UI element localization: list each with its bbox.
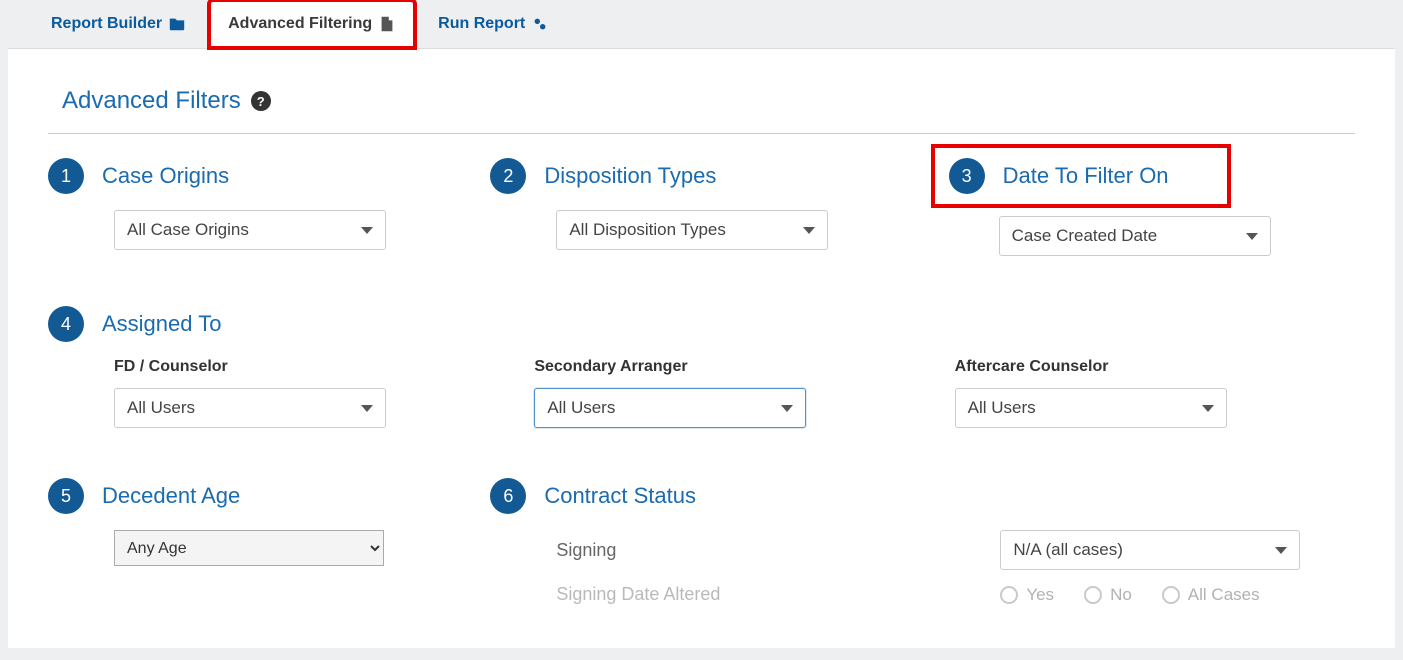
chevron-down-icon [781,405,793,412]
tab-label: Run Report [438,15,525,33]
radio-icon [1162,586,1180,604]
filters-grid: 1 Case Origins All Case Origins 2 Dispos… [48,158,1355,619]
aftercare-counselor-label: Aftercare Counselor [955,358,1355,376]
filter-title: Disposition Types [544,163,716,189]
filter-title: Date To Filter On [1003,163,1169,189]
fd-counselor-select[interactable]: All Users [114,388,386,428]
select-value: Case Created Date [1012,226,1158,246]
folder-icon [168,15,186,33]
tab-label: Report Builder [51,15,162,33]
gears-icon [531,15,549,33]
filter-header: 2 Disposition Types [490,158,912,194]
chevron-down-icon [1275,547,1287,554]
signing-select[interactable]: N/A (all cases) [1000,530,1300,570]
select-value: All Case Origins [127,220,249,240]
radio-label: Yes [1026,585,1054,605]
tab-advanced-filtering[interactable]: Advanced Filtering [209,0,415,48]
filter-title: Decedent Age [102,483,240,509]
radio-yes[interactable]: Yes [1000,585,1054,605]
aftercare-counselor-select[interactable]: All Users [955,388,1227,428]
filter-decedent-age: 5 Decedent Age Any Age [48,478,470,619]
document-icon [378,15,396,33]
filter-date-to-filter-on: 3 Date To Filter On Case Created Date [933,158,1355,256]
radio-icon [1084,586,1102,604]
chevron-down-icon [803,227,815,234]
select-value: N/A (all cases) [1013,540,1123,560]
radio-no[interactable]: No [1084,585,1132,605]
filter-disposition-types: 2 Disposition Types All Disposition Type… [490,158,912,256]
step-badge: 5 [48,478,84,514]
filter-assigned-to: 4 Assigned To FD / Counselor All Users S… [48,306,1355,428]
chevron-down-icon [1202,405,1214,412]
disposition-types-select[interactable]: All Disposition Types [556,210,828,250]
decedent-age-select[interactable]: Any Age [114,530,384,566]
filter-case-origins: 1 Case Origins All Case Origins [48,158,470,256]
filter-header-highlighted: 3 Date To Filter On [931,144,1231,208]
filter-header: 6 Contract Status [490,478,1355,514]
select-value: All Users [968,398,1036,418]
section-title: Advanced Filters ? [48,79,1355,134]
tab-report-builder[interactable]: Report Builder [32,0,205,48]
advanced-filters-panel: Advanced Filters ? 1 Case Origins All Ca… [8,48,1395,648]
filter-header: 4 Assigned To [48,306,1355,342]
step-badge: 4 [48,306,84,342]
secondary-arranger-select[interactable]: All Users [534,388,806,428]
filter-title: Case Origins [102,163,229,189]
signing-label: Signing [556,540,976,561]
step-badge: 1 [48,158,84,194]
filter-header: 1 Case Origins [48,158,470,194]
radio-label: All Cases [1188,585,1260,605]
secondary-arranger-label: Secondary Arranger [534,358,934,376]
filter-header: 5 Decedent Age [48,478,470,514]
select-value: All Disposition Types [569,220,726,240]
help-icon[interactable]: ? [251,91,271,111]
tab-label: Advanced Filtering [228,15,372,33]
radio-all-cases[interactable]: All Cases [1162,585,1260,605]
filter-title: Contract Status [544,483,696,509]
filter-contract-status: 6 Contract Status Signing N/A (all cases… [490,478,1355,619]
step-badge: 6 [490,478,526,514]
select-value: All Users [547,398,615,418]
filter-title: Assigned To [102,311,221,337]
section-title-text: Advanced Filters [62,87,241,115]
tab-bar: Report Builder Advanced Filtering Run Re… [0,0,1403,48]
select-value: All Users [127,398,195,418]
fd-counselor-label: FD / Counselor [114,358,514,376]
signing-date-altered-label: Signing Date Altered [556,584,976,605]
chevron-down-icon [361,405,373,412]
radio-label: No [1110,585,1132,605]
step-badge: 2 [490,158,526,194]
tab-run-report[interactable]: Run Report [419,0,568,48]
date-filter-select[interactable]: Case Created Date [999,216,1271,256]
case-origins-select[interactable]: All Case Origins [114,210,386,250]
signing-altered-radio-group: Yes No All Cases [1000,585,1355,605]
chevron-down-icon [1246,233,1258,240]
radio-icon [1000,586,1018,604]
chevron-down-icon [361,227,373,234]
step-badge: 3 [949,158,985,194]
